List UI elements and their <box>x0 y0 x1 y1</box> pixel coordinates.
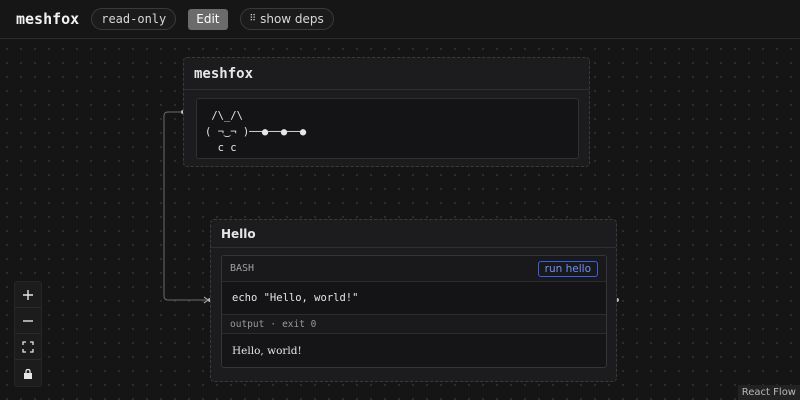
code-editor[interactable]: echo "Hello, world!" <box>222 282 606 315</box>
run-hello-button[interactable]: run hello <box>537 260 598 277</box>
lock-icon <box>24 368 32 379</box>
meshfox-node[interactable]: meshfox /\_/\ ( ¬‿¬ )──●──●──● c c <box>183 57 590 167</box>
minus-icon <box>23 319 33 322</box>
code-cell-header: BASH run hello <box>222 256 606 282</box>
fit-view-icon <box>22 340 34 353</box>
fit-view-button[interactable] <box>15 334 41 360</box>
meshfox-node-title: meshfox <box>194 65 254 82</box>
hello-node-title: Hello <box>221 226 256 241</box>
react-flow-attribution[interactable]: React Flow <box>737 385 800 400</box>
output-label: output <box>230 318 265 330</box>
exit-status: exit 0 <box>282 318 317 330</box>
lock-button[interactable] <box>15 360 41 386</box>
output-text: Hello, world! <box>232 344 302 357</box>
meshfox-node-header: meshfox <box>184 58 589 90</box>
output-status-bar: output · exit 0 <box>222 315 606 334</box>
flow-controls <box>15 282 41 386</box>
zoom-in-button[interactable] <box>15 282 41 308</box>
hello-node[interactable]: Hello BASH run hello echo "Hello, world!… <box>210 219 617 382</box>
hello-node-header: Hello <box>211 220 616 248</box>
ascii-art-panel: /\_/\ ( ¬‿¬ )──●──●──● c c <box>196 98 579 159</box>
status-separator: · <box>270 318 277 330</box>
plus-icon <box>23 289 33 300</box>
code-cell: BASH run hello echo "Hello, world!" outp… <box>221 255 607 368</box>
zoom-out-button[interactable] <box>15 308 41 334</box>
ascii-fox-art: /\_/\ ( ¬‿¬ )──●──●──● c c <box>205 110 307 154</box>
language-label: BASH <box>230 263 255 274</box>
